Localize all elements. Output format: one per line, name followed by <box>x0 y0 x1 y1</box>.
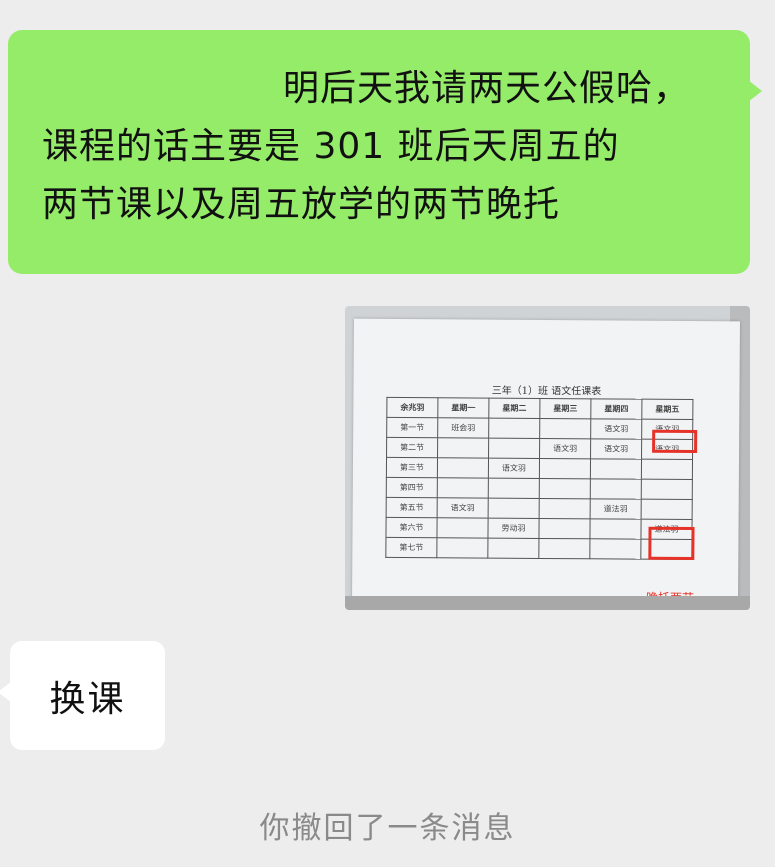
timetable-photo[interactable]: 三年（1）班 语文任课表 余兆羽 星期一 星期二 星期三 星期四 星期五 第一节… <box>345 306 750 610</box>
table-cell <box>437 477 489 499</box>
table-cell: 语文羽 <box>488 458 540 479</box>
table-row: 第五节 语文羽 道法羽 <box>386 497 693 520</box>
table-cell: 语文羽 <box>437 497 489 519</box>
incoming-message-text: 换课 <box>49 678 126 720</box>
table-cell: 语文羽 <box>590 418 642 440</box>
table-cell <box>437 457 489 479</box>
table-cell <box>437 437 489 459</box>
table-cell: 第一节 <box>386 417 438 438</box>
timetable-title: 三年（1）班 语文任课表 <box>491 385 602 398</box>
outgoing-message-bubble[interactable]: 明后天我请两天公假哈， 课程的话主要是 301 班后天周五的 两节课以及周五放学… <box>8 30 762 274</box>
table-cell <box>641 479 693 500</box>
table-cell: 劳动羽 <box>487 518 540 539</box>
table-row: 第七节 <box>385 537 692 560</box>
table-cell <box>590 458 642 480</box>
header-cell: 星期一 <box>437 397 489 419</box>
table-cell: 第三节 <box>386 457 438 478</box>
table-cell: 第六节 <box>385 517 438 538</box>
table-cell <box>539 418 591 439</box>
highlight-box-friday-period1 <box>652 429 698 454</box>
table-cell <box>539 498 591 519</box>
incoming-message-bubble[interactable]: 换课 <box>0 641 165 750</box>
table-cell <box>436 537 488 559</box>
table-cell <box>590 478 642 500</box>
table-cell <box>641 459 693 480</box>
table-cell <box>641 499 693 520</box>
table-cell <box>488 478 540 499</box>
table-cell <box>487 538 539 559</box>
photo-bottom-edge <box>345 596 750 610</box>
table-cell: 第二节 <box>386 437 438 458</box>
table-cell: 第五节 <box>386 497 438 518</box>
table-cell <box>538 538 590 559</box>
table-cell <box>436 517 489 539</box>
table-row: 第二节 语文羽 语文羽 语文羽 <box>386 437 693 460</box>
table-cell <box>488 498 540 519</box>
timetable-grid: 余兆羽 星期一 星期二 星期三 星期四 星期五 第一节 班会羽 语文羽 语文羽 … <box>385 397 693 560</box>
header-cell: 星期三 <box>539 398 591 419</box>
header-cell: 余兆羽 <box>386 397 438 418</box>
table-cell <box>488 438 540 459</box>
table-cell <box>589 538 641 560</box>
table-row: 第四节 <box>386 477 693 500</box>
table-cell: 第七节 <box>385 537 437 558</box>
table-cell: 班会羽 <box>437 417 489 439</box>
table-cell: 语文羽 <box>590 438 642 460</box>
highlight-box-friday-period6 <box>648 526 695 561</box>
table-row: 第三节 语文羽 <box>386 457 693 480</box>
table-cell: 道法羽 <box>590 498 642 520</box>
recall-notice: 你撤回了一条消息 <box>259 811 516 846</box>
table-cell <box>589 518 642 540</box>
message-line: 明后天我请两天公假哈， <box>282 68 690 109</box>
table-cell: 语文羽 <box>539 438 591 459</box>
message-line: 课程的话主要是 301 班后天周五的 <box>42 126 620 167</box>
message-line: 两节课以及周五放学的两节晚托 <box>42 184 561 225</box>
table-cell <box>539 458 591 479</box>
header-cell: 星期二 <box>488 398 540 419</box>
table-header-row: 余兆羽 星期一 星期二 星期三 星期四 星期五 <box>386 397 693 420</box>
table-row: 第一节 班会羽 语文羽 语文羽 <box>386 417 693 440</box>
header-cell: 星期五 <box>641 399 693 420</box>
table-cell <box>538 518 591 539</box>
table-cell: 第四节 <box>386 477 438 498</box>
timetable-sheet: 三年（1）班 语文任课表 余兆羽 星期一 星期二 星期三 星期四 星期五 第一节… <box>352 318 740 605</box>
table-cell <box>539 478 591 499</box>
table-row: 第六节 劳动羽 道法羽 <box>385 517 693 540</box>
header-cell: 星期四 <box>590 398 642 420</box>
table-cell <box>488 418 540 439</box>
